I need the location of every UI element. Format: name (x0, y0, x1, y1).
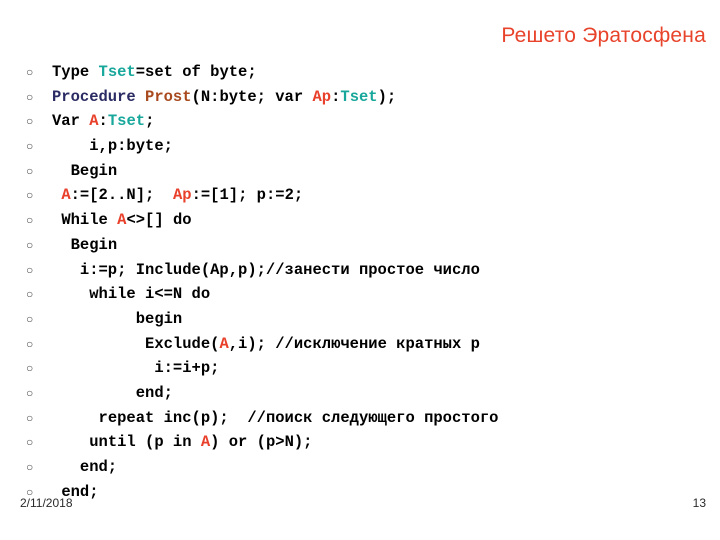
code-token: Prost (145, 87, 192, 106)
code-token: ); (377, 87, 397, 106)
code-token: : (98, 112, 108, 131)
code-token: : (331, 87, 341, 106)
code-token: Exclude( (145, 334, 220, 353)
bullet-circle-icon: ○ (26, 336, 34, 351)
code-token: A (89, 112, 99, 131)
code-token: Tset (98, 63, 136, 81)
code-line-text: i,p:byte; (52, 134, 706, 159)
code-listing: ○ Type Tset=set of byte; ○ Procedure Prost(… (26, 60, 706, 504)
code-token: Begin (70, 235, 118, 254)
code-line-text: Begin (52, 233, 706, 258)
code-token: Tset (340, 87, 378, 106)
code-token: Var (52, 112, 90, 131)
code-line-text: end; (52, 455, 706, 480)
bullet-circle-icon: ○ (26, 311, 34, 326)
code-token: A (200, 433, 211, 452)
code-token: (N:byte; var (191, 87, 313, 106)
bullet-circle-icon: ○ (26, 237, 34, 252)
code-token: :=[2..N]; (70, 186, 173, 205)
code-token: Ap (172, 186, 192, 205)
code-line: ○ end; (26, 480, 706, 505)
code-token: ) or (p>N); (210, 433, 313, 452)
code-line: ○ Type Tset=set of byte; (26, 60, 706, 85)
bullet-circle-icon: ○ (26, 287, 34, 302)
code-line-text: Procedure Prost(N:byte; var Ap:Tset); (52, 85, 706, 110)
code-line-text: until (p in A) or (p>N); (52, 430, 706, 455)
code-line: ○ while i<=N do (26, 282, 706, 307)
code-token: :=[1]; p:=2; (191, 186, 304, 205)
bullet-circle-icon: ○ (26, 460, 34, 474)
code-line: ○ A:=[2..N]; Ap:=[1]; p:=2; (26, 183, 706, 208)
slide-canvas: Решето Эратосфена ○ Type Tset=set of byte… (0, 0, 720, 540)
code-line: ○ i,p:byte; (26, 134, 706, 159)
code-token: ; (145, 112, 155, 131)
bullet-circle-icon: ○ (26, 139, 34, 154)
bullet-circle-icon: ○ (26, 361, 34, 376)
code-line: ○ Procedure Prost(N:byte; var Ap:Tset); (26, 85, 706, 110)
code-line-text: Var A:Tset; (52, 109, 706, 134)
code-token: Procedure (52, 87, 136, 106)
bullet-circle-icon: ○ (26, 114, 34, 129)
bullet-circle-icon: ○ (26, 385, 34, 400)
code-line: ○ Exclude(A,i); //исключение кратных p (26, 332, 706, 357)
code-token: Ap (312, 87, 332, 106)
code-token: A (61, 186, 71, 205)
code-token: i,p:byte; (89, 137, 173, 156)
code-line-text: A:=[2..N]; Ap:=[1]; p:=2; (52, 183, 706, 208)
code-token: A (219, 334, 229, 353)
code-line-text: i:=i+p; (52, 356, 706, 381)
code-line-text: while i<=N do (52, 282, 706, 307)
code-line-text: end; (52, 381, 706, 406)
bullet-circle-icon: ○ (26, 188, 34, 203)
code-token: i:=p; Include(Ap,p);//занести простое чи… (79, 260, 480, 279)
bullet-circle-icon: ○ (26, 435, 34, 450)
bullet-circle-icon: ○ (26, 262, 34, 277)
code-line: ○ end; (26, 381, 706, 406)
bullet-circle-icon: ○ (26, 163, 34, 178)
code-line-text: Begin (52, 159, 706, 184)
bullet-circle-icon: ○ (26, 89, 34, 104)
code-token: =set of byte; (135, 63, 257, 81)
code-token: repeat inc(p); //поиск следующего просто… (98, 408, 499, 427)
bullet-circle-icon: ○ (26, 410, 34, 425)
code-token: while i<=N do (89, 285, 211, 304)
code-token: end; (135, 383, 173, 402)
code-line: ○ i:=i+p; (26, 356, 706, 381)
code-line-text: i:=p; Include(Ap,p);//занести простое чи… (52, 258, 706, 283)
bullet-circle-icon: ○ (26, 65, 34, 79)
code-line: ○ Var A:Tset; (26, 109, 706, 134)
footer-date: 2/11/2018 (20, 496, 73, 510)
code-line-text: Type Tset=set of byte; (52, 60, 706, 85)
code-token: ,i); //исключение кратных p (228, 334, 480, 353)
bullet-circle-icon: ○ (26, 213, 34, 228)
page-title: Решето Эратосфена (501, 24, 706, 47)
code-line-text: begin (52, 307, 706, 332)
code-line: ○ until (p in A) or (p>N); (26, 430, 706, 455)
code-line: ○ repeat inc(p); //поиск следующего прос… (26, 406, 706, 431)
code-line: ○ Begin (26, 159, 706, 184)
code-line: ○ begin (26, 307, 706, 332)
code-token: i:=i+p; (154, 359, 220, 378)
code-token: begin (135, 309, 183, 328)
code-line: ○ i:=p; Include(Ap,p);//занести простое … (26, 258, 706, 283)
code-token: end; (79, 458, 118, 476)
code-line: ○ end; (26, 455, 706, 480)
code-line-text: Exclude(A,i); //исключение кратных p (52, 332, 706, 357)
code-line: ○ Begin (26, 233, 706, 258)
code-token: until (p in (89, 433, 201, 452)
code-token: Tset (107, 112, 146, 131)
code-line: ○ While A<>[] do (26, 208, 706, 233)
code-token: Begin (70, 161, 118, 180)
code-line-text: While A<>[] do (52, 208, 706, 233)
code-line-text: repeat inc(p); //поиск следующего просто… (52, 406, 706, 431)
code-token: Type (52, 63, 99, 81)
code-token: <>[] do (126, 211, 192, 230)
code-line-text: end; (52, 480, 706, 505)
code-token: While (61, 211, 118, 230)
footer-page-number: 13 (692, 496, 706, 510)
